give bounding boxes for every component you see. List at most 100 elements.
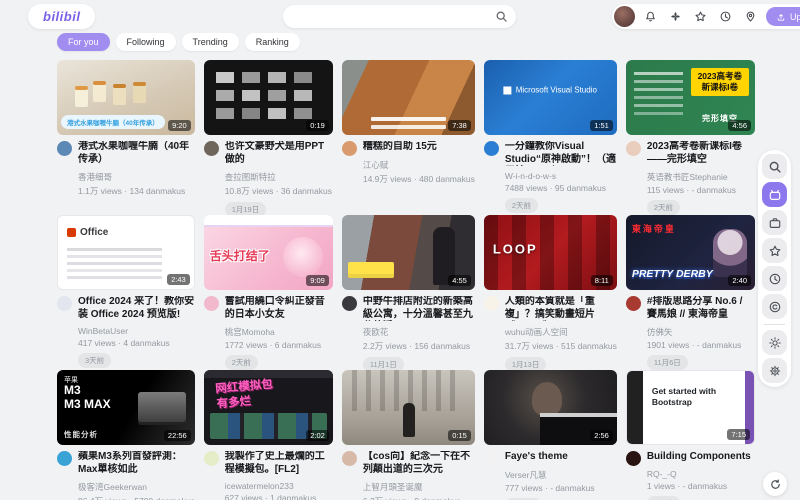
uploader-avatar[interactable] (342, 296, 357, 311)
uploader-avatar[interactable] (484, 296, 499, 311)
toolbar-divider (764, 324, 785, 325)
uploader-avatar[interactable] (342, 451, 357, 466)
video-thumbnail[interactable]: 4:56 2023高考卷 新课标I卷完形填空 (626, 60, 755, 135)
star-icon (768, 244, 782, 258)
location-icon[interactable] (740, 6, 761, 27)
toolbar-sun-button[interactable] (762, 330, 787, 355)
star-icon[interactable] (690, 6, 711, 27)
search-input[interactable] (291, 11, 495, 22)
video-thumbnail[interactable]: 7:38 (342, 60, 475, 135)
toolbar-gear-button[interactable] (762, 358, 787, 383)
tab-trending[interactable]: Trending (182, 33, 239, 51)
history-icon[interactable] (715, 6, 736, 27)
uploader-avatar[interactable] (57, 141, 72, 156)
video-thumbnail[interactable]: 22:56 苹果M3 M3 MAX性能分析 (57, 370, 195, 445)
dynamics-icon[interactable] (665, 6, 686, 27)
video-thumbnail[interactable]: 9:20 港式水果咖喱牛腩（40年传承） (57, 60, 195, 135)
video-title[interactable]: 我製作了史上最爛的工程模擬包。[FL2] (225, 451, 333, 476)
site-logo[interactable]: bilibil (28, 4, 95, 29)
uploader-name[interactable]: 桃宫Momoha (225, 326, 333, 338)
uploader-name[interactable]: Verser凡慧 (505, 469, 617, 481)
toolbar-history-button[interactable] (762, 266, 787, 291)
upload-button[interactable]: Upload (766, 7, 800, 26)
search-icon[interactable] (495, 10, 508, 23)
video-thumbnail[interactable]: 7:15 Get started with Bootstrap (626, 370, 755, 445)
yellow-box-overlay: 2023高考卷 新课标I卷 (691, 68, 749, 96)
uploader-name[interactable]: 极客湾Geekerwan (78, 481, 195, 493)
toolbar-star-button[interactable] (762, 238, 787, 263)
video-thumbnail[interactable]: 2:43 Office (57, 215, 195, 290)
uploader-name[interactable]: 仿佛矢 (647, 326, 755, 338)
views-danmaku: 1901 views · - danmakus (647, 340, 755, 350)
uploader-avatar[interactable] (204, 296, 219, 311)
video-thumbnail[interactable]: 9:09 舌头打结了 (204, 215, 333, 290)
video-thumbnail[interactable]: 2:40 東海帝皇PRETTY DERBY (626, 215, 755, 290)
uploader-avatar[interactable] (57, 451, 72, 466)
uploader-avatar[interactable] (626, 451, 641, 466)
uploader-name[interactable]: wuhu动画人空间 (505, 326, 617, 338)
tab-following[interactable]: Following (116, 33, 176, 51)
uploader-name[interactable]: 江心赋 (363, 159, 475, 171)
duration-badge: 7:15 (727, 429, 750, 440)
video-thumbnail[interactable]: 8:11 LOOP (484, 215, 617, 290)
video-thumbnail[interactable]: 2:56 (484, 370, 617, 445)
uploader-avatar[interactable] (204, 141, 219, 156)
uploader-avatar[interactable] (204, 451, 219, 466)
uploader-avatar[interactable] (626, 296, 641, 311)
video-title[interactable]: Building Components (647, 451, 755, 464)
uploader-name[interactable]: 上智月頭圣诞魔 (363, 481, 475, 493)
video-thumbnail[interactable]: 2:02 网红模拟包 有多烂 (204, 370, 333, 445)
bell-icon[interactable] (640, 6, 661, 27)
toolbar-feedback-button[interactable] (762, 294, 787, 319)
video-thumbnail[interactable]: 1:51 Microsoft Visual Studio (484, 60, 617, 135)
uploader-name[interactable]: W-i-n-d-o-w-s (505, 171, 617, 181)
uploader-avatar[interactable] (626, 141, 641, 156)
video-thumbnail[interactable]: 4:55 (342, 215, 475, 290)
video-title[interactable]: Faye's theme (505, 451, 617, 464)
tab-ranking[interactable]: Ranking (245, 33, 300, 51)
search-bar[interactable] (283, 5, 516, 28)
video-title[interactable]: 也许文豪野犬是用PPT做的 (225, 141, 333, 166)
video-title[interactable]: 中野牛排店附近的新築高級公寓，十分溫馨甚至九分乾淨 (363, 296, 475, 321)
uploader-avatar[interactable] (342, 141, 357, 156)
uploader-avatar[interactable] (57, 296, 72, 311)
video-title[interactable]: #排版思路分享 No.6 / 賽馬娘 // 東海帝皇 (647, 296, 755, 321)
video-info: 人類的本質就是「重複」？搞笑動畫短片《LOOP》 wuhu动画人空间 31.7万… (484, 290, 617, 372)
uploader-name[interactable]: 查拉图斯特拉 (225, 171, 333, 183)
video-thumbnail[interactable]: 0:19 (204, 60, 333, 135)
video-title[interactable]: 人類的本質就是「重複」？搞笑動畫短片《LOOP》 (505, 296, 617, 321)
refresh-button[interactable] (763, 472, 787, 496)
views-danmaku: 115 views · - danmakus (647, 185, 755, 195)
video-title[interactable]: 2023高考卷新课标I卷——完形填空 (647, 141, 755, 166)
toolbar-tv-button[interactable] (762, 210, 787, 235)
video-title[interactable]: 嘗試用繞口令糾正發音的日本小女友 (225, 296, 333, 321)
video-card: 9:20 港式水果咖喱牛腩（40年传承） 港式水果咖喱牛腩（40年传承） 香港细… (57, 60, 195, 215)
video-info: 【cos向】紀念一下在不列顛出道的三次元 上智月頭圣诞魔 6.2万 views … (342, 445, 475, 500)
uploader-name[interactable]: icewatermelon233 (225, 481, 333, 491)
video-title[interactable]: 蘋果M3系列首發評測：Max單核如此 (78, 451, 195, 476)
video-title[interactable]: 一分鐘教你Visual Studio“原神啟動”！（適用於Blend） (505, 141, 617, 166)
uploader-avatar[interactable] (484, 141, 499, 156)
video-thumbnail[interactable]: 0:15 (342, 370, 475, 445)
duration-badge: 9:20 (168, 120, 191, 131)
views-danmaku: 1 views · - danmakus (647, 481, 755, 491)
video-title[interactable]: 港式水果咖喱牛腩（40年传承） (78, 141, 195, 166)
uploader-name[interactable]: 英语教书匠Stephanie (647, 171, 755, 183)
video-info: 糟糕的自助 15元 江心赋 14.9万 views · 480 danmakus (342, 135, 475, 185)
user-avatar[interactable] (614, 6, 635, 27)
uploader-name[interactable]: WinBetaUser (78, 326, 195, 336)
views-danmaku: 10.8万 views · 36 danmakus (225, 185, 333, 197)
uploader-avatar[interactable] (484, 451, 499, 466)
uploader-name[interactable]: 香港细哥 (78, 171, 195, 183)
pixel-red-overlay: 東海帝皇 (632, 222, 676, 235)
toolbar-search-button[interactable] (762, 154, 787, 179)
views-danmaku: 14.9万 views · 480 danmakus (363, 173, 475, 185)
video-title[interactable]: 【cos向】紀念一下在不列顛出道的三次元 (363, 451, 475, 476)
tab-for-you[interactable]: For you (57, 33, 110, 51)
video-title[interactable]: 糟糕的自助 15元 (363, 141, 475, 154)
uploader-name[interactable]: 夜欧花 (363, 326, 475, 338)
uploader-name[interactable]: RQ-_-Q (647, 469, 755, 479)
views-danmaku: 2.2万 views · 156 danmakus (363, 340, 475, 352)
video-title[interactable]: Office 2024 来了！教你安装 Office 2024 预览版! (78, 296, 195, 321)
toolbar-home-button[interactable] (762, 182, 787, 207)
